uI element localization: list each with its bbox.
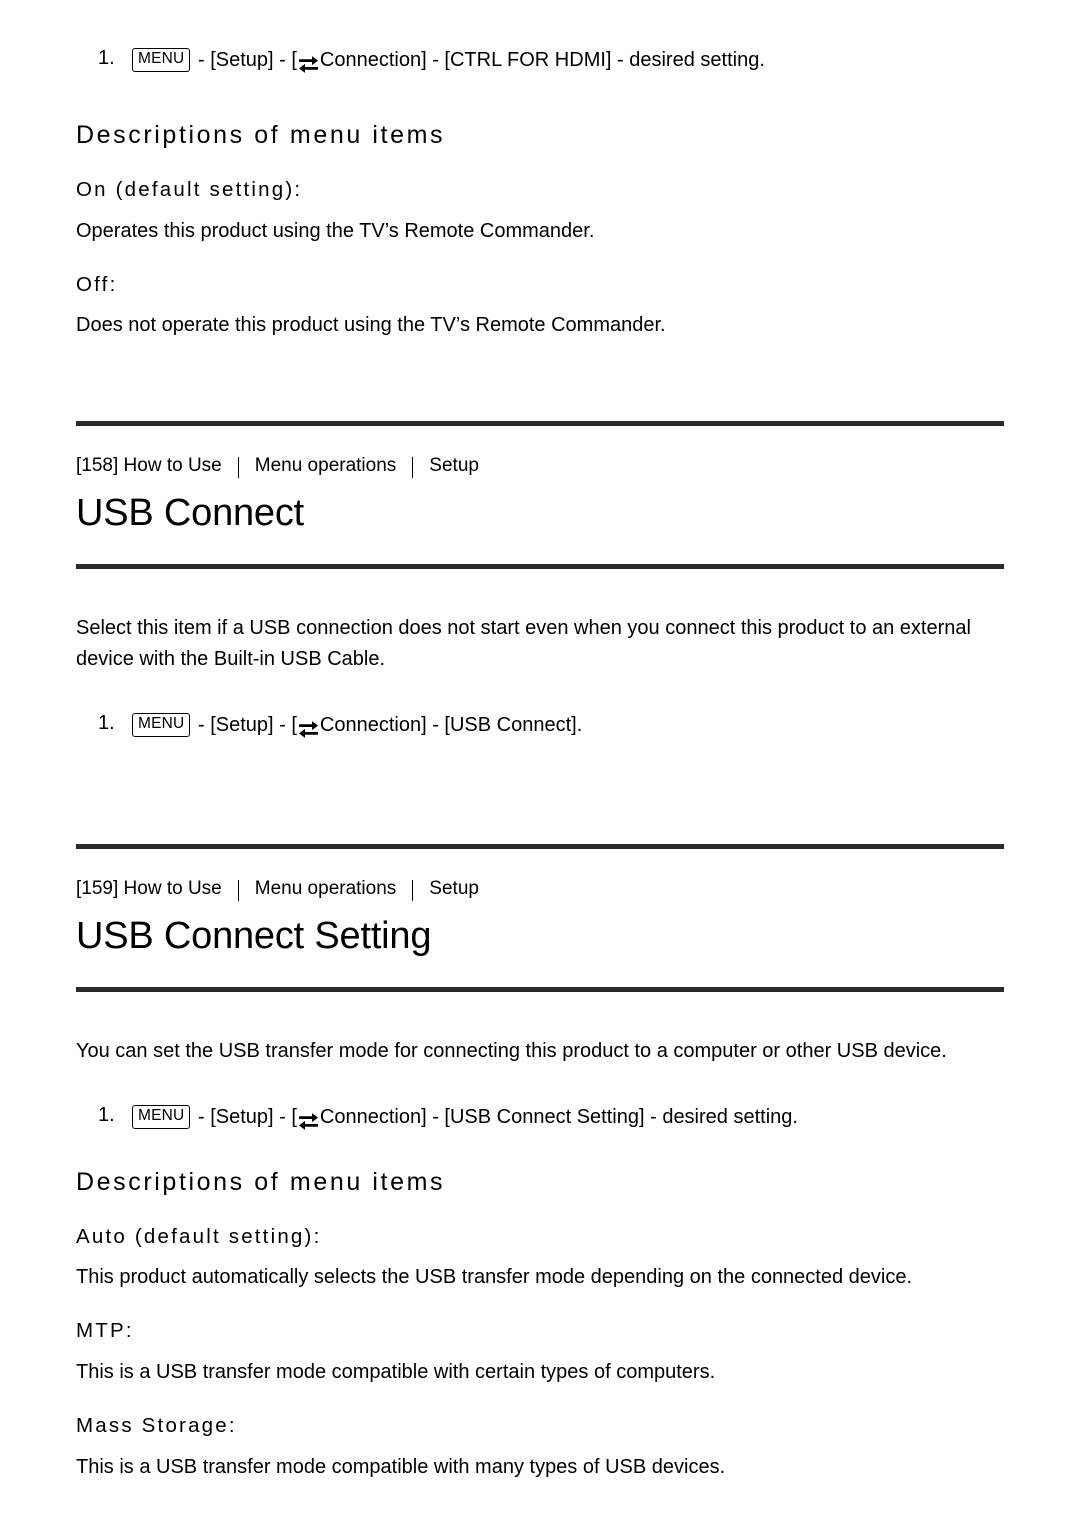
descriptions-heading-usb: Descriptions of menu items bbox=[76, 1168, 446, 1197]
breadcrumb-separator-icon bbox=[412, 880, 414, 902]
menu-item-label-auto: Auto (default setting): bbox=[76, 1224, 322, 1248]
breadcrumb-159: [159] How to Use Menu operations Setup bbox=[76, 877, 1004, 902]
page-title-usb-connect: USB Connect bbox=[76, 492, 305, 534]
two-way-arrows-icon bbox=[298, 1111, 319, 1131]
breadcrumb-separator-icon bbox=[237, 880, 239, 902]
step-usb-connect: 1. MENU - [Setup] - [ Connection] - [USB … bbox=[76, 709, 1004, 740]
menu-key-badge: MENU bbox=[132, 1104, 191, 1129]
menu-item-text-on: Operates this product using the TV’s Rem… bbox=[76, 219, 595, 242]
menu-item-text-mass-storage: This is a USB transfer mode compatible w… bbox=[76, 1455, 726, 1478]
menu-item-label-off: Off: bbox=[76, 272, 118, 296]
step-usb-connect-setting: 1. MENU - [Setup] - [ Connection] - [USB … bbox=[76, 1101, 1004, 1132]
menu-item-text-auto: This product automatically selects the U… bbox=[76, 1266, 913, 1289]
menu-item-text-mtp: This is a USB transfer mode compatible w… bbox=[76, 1361, 716, 1384]
step-text-before-icon: - [Setup] - [ bbox=[192, 49, 297, 72]
breadcrumb-middle: Menu operations bbox=[254, 878, 397, 900]
breadcrumb-separator-icon bbox=[412, 457, 414, 479]
two-way-arrows-icon bbox=[298, 719, 319, 739]
menu-key-badge: MENU bbox=[132, 48, 191, 72]
breadcrumb-middle: Menu operations bbox=[254, 455, 397, 477]
section-body-usb-connect-setting: You can set the USB transfer mode for co… bbox=[76, 1039, 947, 1062]
menu-item-label-on: On (default setting): bbox=[76, 177, 303, 201]
descriptions-heading-hdmi: Descriptions of menu items bbox=[76, 121, 446, 150]
step-number: 1. bbox=[98, 1103, 115, 1126]
step-text-before-icon: - [Setup] - [ bbox=[192, 1106, 297, 1129]
page-title-usb-connect-setting: USB Connect Setting bbox=[76, 914, 432, 957]
step-text-before-icon: - [Setup] - [ bbox=[192, 714, 297, 737]
breadcrumb-index: [159] How to Use bbox=[76, 878, 222, 900]
breadcrumb-last: Setup bbox=[429, 455, 479, 477]
two-way-arrows-icon bbox=[298, 54, 319, 74]
step-text: MENU - [Setup] - [ Connection] - [USB Con… bbox=[130, 1103, 798, 1132]
step-text: MENU - [Setup] - [ Connection] - [USB Con… bbox=[130, 711, 582, 740]
menu-item-label-mass-storage: Mass Storage: bbox=[76, 1414, 237, 1438]
step-number: 1. bbox=[98, 47, 115, 69]
step-text-after-icon: Connection] - [USB Connect Setting] - de… bbox=[319, 1106, 798, 1129]
document-page: 1. MENU - [Setup] - [ Connection] - [CTRL… bbox=[0, 0, 1080, 1483]
menu-item-label-mtp: MTP: bbox=[76, 1319, 134, 1343]
breadcrumb-158: [158] How to Use Menu operations Setup bbox=[76, 454, 1004, 479]
menu-key-badge: MENU bbox=[132, 712, 191, 737]
step-text-after-icon: Connection] - [USB Connect]. bbox=[319, 714, 583, 737]
step-text: MENU - [Setup] - [ Connection] - [CTRL FO… bbox=[130, 46, 765, 75]
section-body-usb-connect: Select this item if a USB connection doe… bbox=[76, 616, 971, 670]
step-number: 1. bbox=[98, 711, 115, 734]
breadcrumb-separator-icon bbox=[237, 457, 239, 479]
step-ctrl-for-hdmi: 1. MENU - [Setup] - [ Connection] - [CTRL… bbox=[76, 44, 1004, 75]
step-text-after-icon: Connection] - [CTRL FOR HDMI] - desired … bbox=[319, 49, 765, 72]
breadcrumb-index: [158] How to Use bbox=[76, 455, 222, 477]
menu-item-text-off: Does not operate this product using the … bbox=[76, 314, 666, 337]
breadcrumb-last: Setup bbox=[429, 878, 479, 900]
